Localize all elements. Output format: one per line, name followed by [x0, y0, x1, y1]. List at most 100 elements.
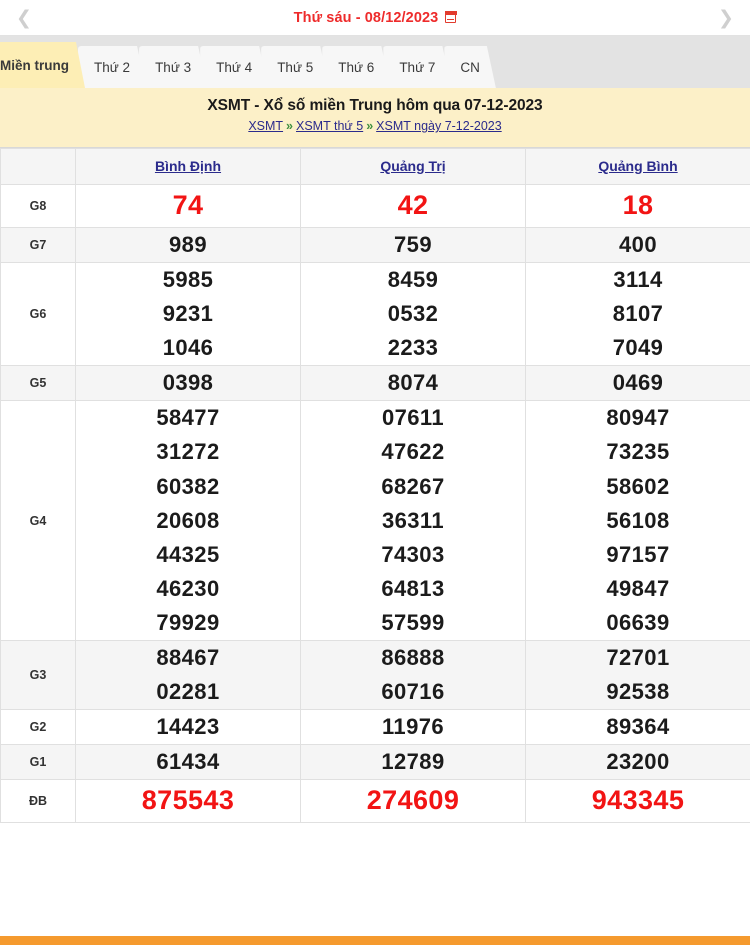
- tab-thứ-6[interactable]: Thứ 6: [322, 46, 390, 88]
- tab-thứ-3[interactable]: Thứ 3: [139, 46, 207, 88]
- tab-label: Thứ 5: [277, 59, 314, 75]
- prize-value-G2-col2: 89364: [525, 709, 750, 746]
- table-row: ĐB 875543 274609 943345: [0, 779, 750, 824]
- prize-number: 92538: [606, 679, 670, 705]
- prize-number: 9231: [162, 301, 214, 327]
- prize-value-ĐB-col2: 943345: [525, 779, 750, 824]
- tab-thứ-7[interactable]: Thứ 7: [383, 46, 451, 88]
- prize-value-G5-col1: 8074: [300, 365, 526, 402]
- prize-label-G2: G2: [0, 709, 76, 746]
- prize-number: 14423: [156, 714, 220, 740]
- page-header: XSMT - Xổ số miền Trung hôm qua 07-12-20…: [0, 88, 750, 147]
- table-body: G8 74 42 18 G7 989 759 400 G6 5985 9231 1046 8459 053…: [0, 184, 750, 824]
- prize-number: 47622: [381, 439, 445, 465]
- table-row: G7 989 759 400: [0, 226, 750, 263]
- province-link-2[interactable]: Quảng Bình: [598, 158, 677, 174]
- table-row: G1 61434 12789 23200: [0, 744, 750, 781]
- prize-value-ĐB-col0: 875543: [75, 779, 301, 824]
- province-link-1[interactable]: Quảng Trị: [380, 158, 445, 174]
- prize-number: 79929: [156, 609, 220, 635]
- prize-number: 18: [622, 190, 654, 220]
- province-header-1: Quảng Trị: [300, 148, 526, 185]
- tab-label: Thứ 3: [155, 59, 192, 75]
- prize-number: 57599: [381, 609, 445, 635]
- prize-number: 8107: [612, 301, 664, 327]
- prize-number: 44325: [156, 541, 220, 567]
- prize-number: 23200: [606, 749, 670, 775]
- chevron-right-icon[interactable]: ❯: [706, 0, 746, 36]
- prize-value-G6-col0: 5985 9231 1046: [75, 261, 301, 367]
- prize-number: 80947: [606, 405, 670, 431]
- table-row: G8 74 42 18: [0, 184, 750, 228]
- table-row: G2 14423 11976 89364: [0, 709, 750, 746]
- prize-number: 74: [172, 190, 204, 220]
- prize-value-G4-col2: 80947 73235 58602 56108 97157 49847 06639: [525, 400, 750, 641]
- prize-number: 400: [619, 231, 657, 257]
- prize-value-G5-col2: 0469: [525, 365, 750, 402]
- prize-number: 73235: [606, 439, 670, 465]
- prize-value-G4-col0: 58477 31272 60382 20608 44325 46230 79929: [75, 400, 301, 641]
- table-row: G5 0398 8074 0469: [0, 365, 750, 402]
- breadcrumb-link-2[interactable]: XSMT ngày 7-12-2023: [376, 119, 502, 133]
- prize-number: 07611: [382, 405, 444, 431]
- prize-number: 2233: [387, 335, 439, 361]
- page-title: XSMT - Xổ số miền Trung hôm qua 07-12-20…: [207, 97, 543, 114]
- province-link-0[interactable]: Bình Định: [155, 158, 221, 174]
- prize-value-G3-col2: 72701 92538: [525, 639, 750, 711]
- prize-number: 0532: [387, 301, 439, 327]
- prize-label-G6: G6: [0, 261, 76, 367]
- breadcrumb-separator: »: [366, 119, 374, 134]
- prize-number: 42: [397, 190, 429, 220]
- prize-number: 74303: [381, 541, 445, 567]
- prize-value-G7-col0: 989: [75, 226, 301, 263]
- prize-number: 31272: [156, 439, 220, 465]
- breadcrumb-separator: »: [286, 119, 293, 134]
- breadcrumb-link-0[interactable]: XSMT: [248, 119, 283, 133]
- prize-number: 8074: [387, 370, 439, 396]
- prize-number: 49847: [606, 575, 670, 601]
- tab-label: CN: [460, 59, 480, 75]
- prize-value-G3-col1: 86888 60716: [300, 639, 526, 711]
- prize-number: 0469: [612, 370, 664, 396]
- prize-number: 58477: [156, 405, 220, 431]
- tab-cn[interactable]: CN: [444, 46, 496, 88]
- prize-number: 3114: [613, 266, 663, 292]
- prize-number: 64813: [381, 575, 445, 601]
- prize-value-G1-col0: 61434: [75, 744, 301, 781]
- prize-number: 0398: [162, 370, 214, 396]
- calendar-icon[interactable]: [444, 11, 457, 23]
- prize-number: 06639: [606, 609, 670, 635]
- table-header-row: Bình Định Quảng Trị Quảng Bình: [0, 148, 750, 185]
- breadcrumb-link-1[interactable]: XSMT thứ 5: [296, 119, 363, 133]
- tab-miền-trung[interactable]: Miền trung: [0, 42, 85, 88]
- prize-label-G4: G4: [0, 400, 76, 641]
- prize-label-G5: G5: [0, 365, 76, 402]
- tab-thứ-2[interactable]: Thứ 2: [78, 46, 146, 88]
- province-header-0: Bình Định: [75, 148, 301, 185]
- date-text: Thứ sáu - 08/12/2023: [293, 9, 439, 26]
- prize-value-G2-col0: 14423: [75, 709, 301, 746]
- prize-number: 274609: [366, 785, 460, 816]
- prize-value-G3-col0: 88467 02281: [75, 639, 301, 711]
- tab-thứ-5[interactable]: Thứ 5: [261, 46, 329, 88]
- prize-value-G1-col1: 12789: [300, 744, 526, 781]
- prize-value-G8-col1: 42: [300, 184, 526, 228]
- prize-number: 36311: [382, 507, 444, 533]
- prize-value-G8-col2: 18: [525, 184, 750, 228]
- prize-value-G6-col2: 3114 8107 7049: [525, 261, 750, 367]
- prize-number: 875543: [141, 785, 235, 816]
- prize-number: 60716: [381, 679, 445, 705]
- prize-value-G2-col1: 11976: [300, 709, 526, 746]
- prize-number: 8459: [387, 266, 439, 292]
- prize-number: 60382: [156, 473, 220, 499]
- lottery-results-table: Bình Định Quảng Trị Quảng Bình G8 74 42 18 G…: [0, 148, 750, 824]
- table-row: G3 88467 02281 86888 60716 72701 92538: [0, 639, 750, 711]
- lottery-results-page: ❮ Thứ sáu - 08/12/2023 ❯ Miền trung Thứ 2…: [0, 0, 750, 945]
- tab-label: Thứ 6: [338, 59, 375, 75]
- tab-thứ-4[interactable]: Thứ 4: [200, 46, 268, 88]
- chevron-left-icon[interactable]: ❮: [4, 0, 44, 36]
- tab-label: Miền trung: [0, 57, 69, 73]
- prize-number: 7049: [612, 335, 664, 361]
- province-header-2: Quảng Bình: [525, 148, 750, 185]
- prize-value-G6-col1: 8459 0532 2233: [300, 261, 526, 367]
